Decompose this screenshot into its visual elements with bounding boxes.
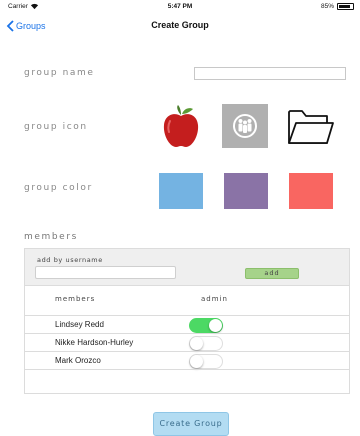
add-by-username-label: add by username [37, 256, 103, 264]
column-header-admin: admin [201, 295, 228, 303]
members-heading: members [24, 232, 78, 242]
apple-icon[interactable] [160, 103, 202, 149]
group-icon-label: group icon [24, 122, 88, 132]
battery-icon [337, 3, 354, 10]
members-table: members admin Lindsey Redd Nikke Hardson… [24, 286, 350, 394]
group-color-label: group color [24, 183, 93, 193]
username-input[interactable] [35, 266, 176, 279]
battery-fill [339, 5, 351, 8]
toggle-knob [209, 319, 222, 332]
member-name: Lindsey Redd [55, 320, 104, 329]
table-row: Lindsey Redd [25, 315, 349, 333]
admin-toggle[interactable] [189, 318, 223, 333]
add-member-panel: add by username add [24, 248, 350, 286]
page-title: Create Group [151, 20, 209, 30]
group-name-label: group name [24, 68, 95, 78]
admin-toggle[interactable] [189, 354, 223, 369]
color-swatch-purple[interactable] [224, 173, 268, 209]
column-header-members: members [55, 295, 96, 303]
toggle-knob [190, 337, 203, 350]
table-row-empty [25, 369, 349, 387]
add-button[interactable]: add [245, 268, 299, 279]
people-icon-graphic [233, 114, 257, 138]
group-name-input[interactable] [194, 67, 346, 80]
member-name: Mark Orozco [55, 356, 101, 365]
navigation-bar: Groups Create Group [0, 14, 360, 38]
status-time: 5:47 PM [167, 3, 193, 10]
color-swatch-red[interactable] [289, 173, 333, 209]
create-group-button[interactable]: Create Group [153, 412, 229, 436]
toggle-knob [190, 355, 203, 368]
member-name: Nikke Hardson-Hurley [55, 338, 134, 347]
battery-percent: 85% [320, 3, 334, 10]
people-icon[interactable] [222, 104, 268, 148]
status-bar: Carrier 5:47 PM 85% [0, 0, 360, 14]
admin-toggle[interactable] [189, 336, 223, 351]
table-row: Mark Orozco [25, 351, 349, 369]
folder-icon[interactable] [286, 106, 334, 146]
color-swatch-blue[interactable] [159, 173, 203, 209]
table-row: Nikke Hardson-Hurley [25, 333, 349, 351]
